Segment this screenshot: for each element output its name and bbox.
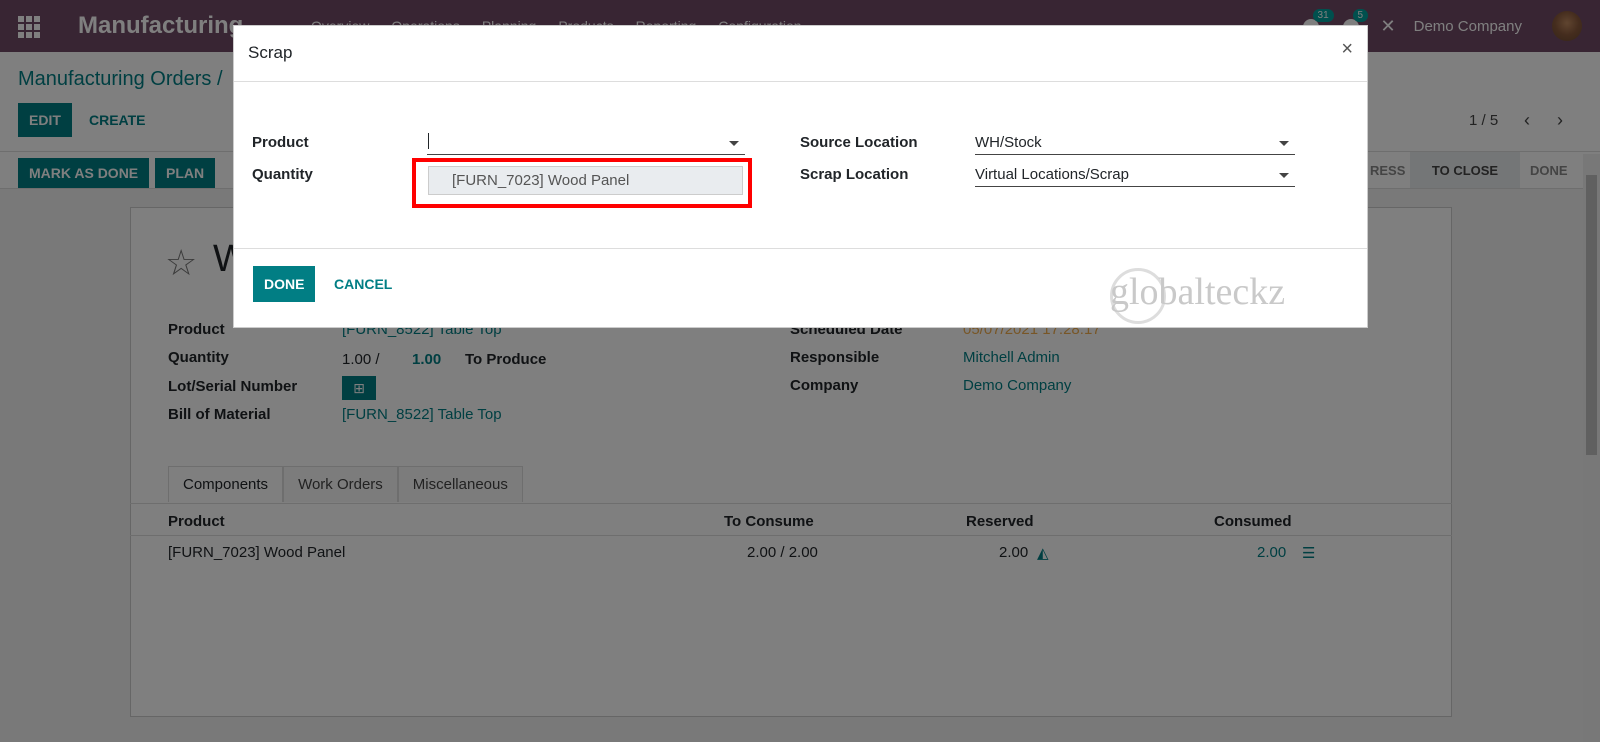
watermark-text: globalteckz — [1110, 271, 1286, 313]
scrap-location-label: Scrap Location — [800, 166, 909, 183]
dialog-title: Scrap — [248, 43, 293, 62]
source-location-label: Source Location — [800, 134, 918, 151]
dropdown-option-wood-panel[interactable]: [FURN_7023] Wood Panel — [428, 166, 743, 195]
dropdown-caret-icon[interactable] — [729, 141, 739, 146]
scrap-location-value: Virtual Locations/Scrap — [975, 166, 1129, 183]
source-location-value: WH/Stock — [975, 134, 1042, 151]
scrap-quantity-label: Quantity — [252, 166, 313, 183]
scrap-product-label: Product — [252, 134, 309, 151]
scrap-location-input[interactable]: Virtual Locations/Scrap — [975, 163, 1295, 187]
dialog-footer-divider — [234, 248, 1367, 249]
dialog-header-divider — [234, 81, 1367, 82]
scrap-product-input[interactable] — [427, 131, 745, 155]
dropdown-caret-icon[interactable] — [1279, 141, 1289, 146]
cancel-button[interactable]: CANCEL — [334, 266, 392, 302]
source-location-input[interactable]: WH/Stock — [975, 131, 1295, 155]
dropdown-caret-icon[interactable] — [1279, 173, 1289, 178]
close-icon[interactable]: × — [1341, 38, 1353, 61]
done-button[interactable]: DONE — [253, 266, 316, 302]
text-cursor — [428, 133, 429, 149]
